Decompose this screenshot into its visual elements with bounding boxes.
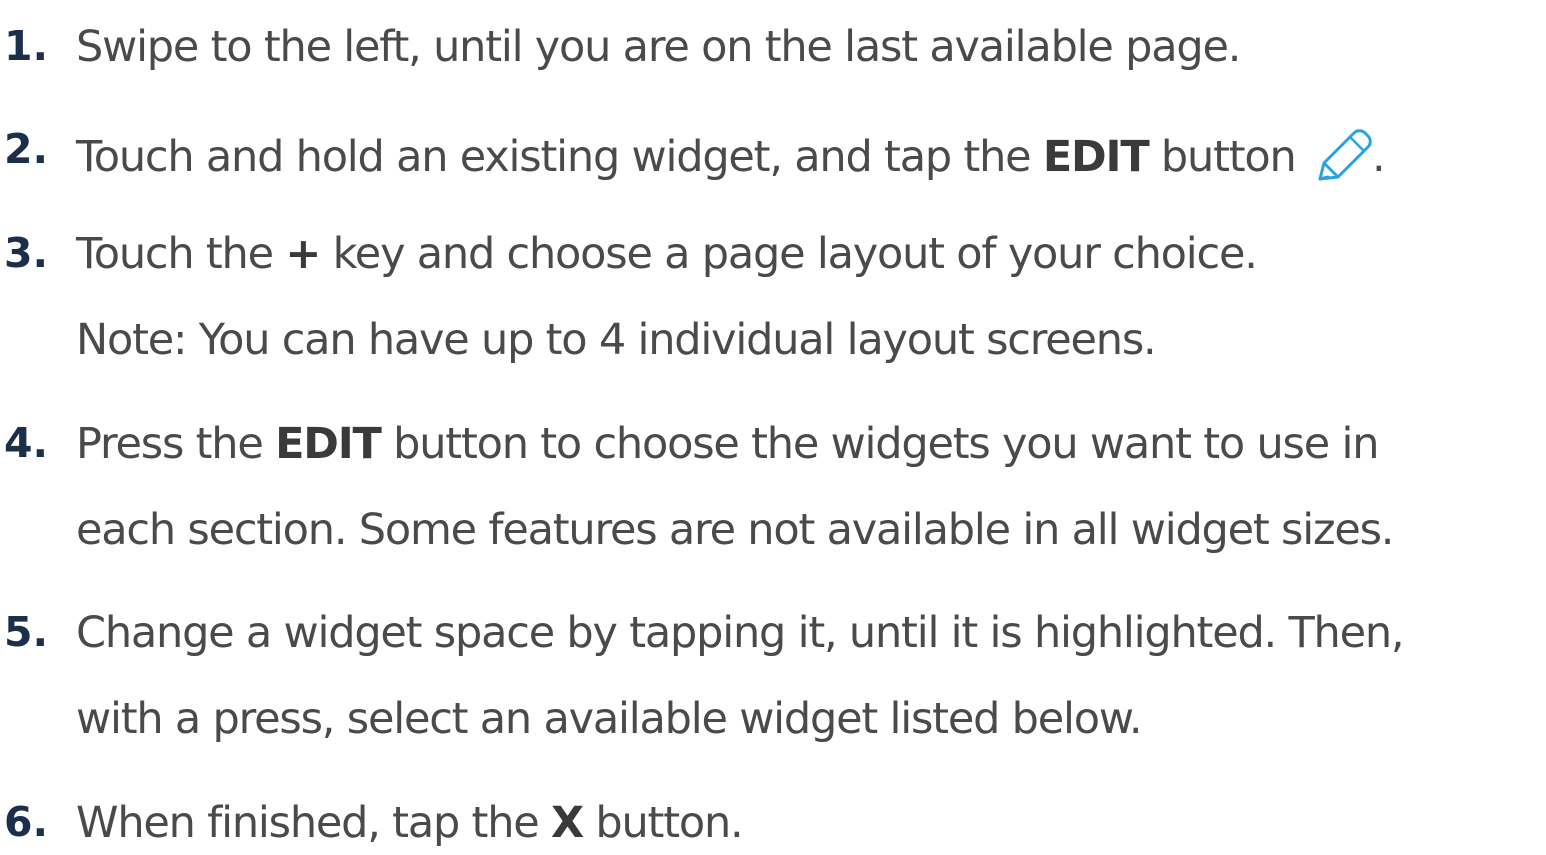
- plus-key-label: +: [285, 229, 321, 279]
- step-text: When finished, tap the X button.: [76, 798, 744, 848]
- step-note: Note: You can have up to 4 individual la…: [76, 315, 1157, 365]
- step-number: 5.: [4, 608, 49, 656]
- pencil-icon: [1318, 129, 1372, 181]
- step-text: Swipe to the left, until you are on the …: [76, 22, 1241, 72]
- step-number: 3.: [4, 229, 49, 277]
- step-number: 1.: [4, 22, 49, 70]
- step-number: 6.: [4, 798, 49, 846]
- edit-label: EDIT: [275, 419, 382, 469]
- step-number: 2.: [4, 125, 49, 173]
- step-text: Change a widget space by tapping it, unt…: [76, 608, 1405, 658]
- pencil-icon: [1314, 129, 1372, 185]
- step-text-continued: with a press, select an available widget…: [76, 694, 1143, 744]
- step-text: Touch the + key and choose a page layout…: [76, 229, 1258, 279]
- step-number: 4.: [4, 419, 49, 467]
- step-text: Press the EDIT button to choose the widg…: [76, 419, 1379, 469]
- step-text-continued: each section. Some features are not avai…: [76, 505, 1394, 555]
- step-text: Touch and hold an existing widget, and t…: [76, 129, 1386, 185]
- edit-label: EDIT: [1042, 132, 1150, 182]
- x-button-label: X: [550, 798, 584, 848]
